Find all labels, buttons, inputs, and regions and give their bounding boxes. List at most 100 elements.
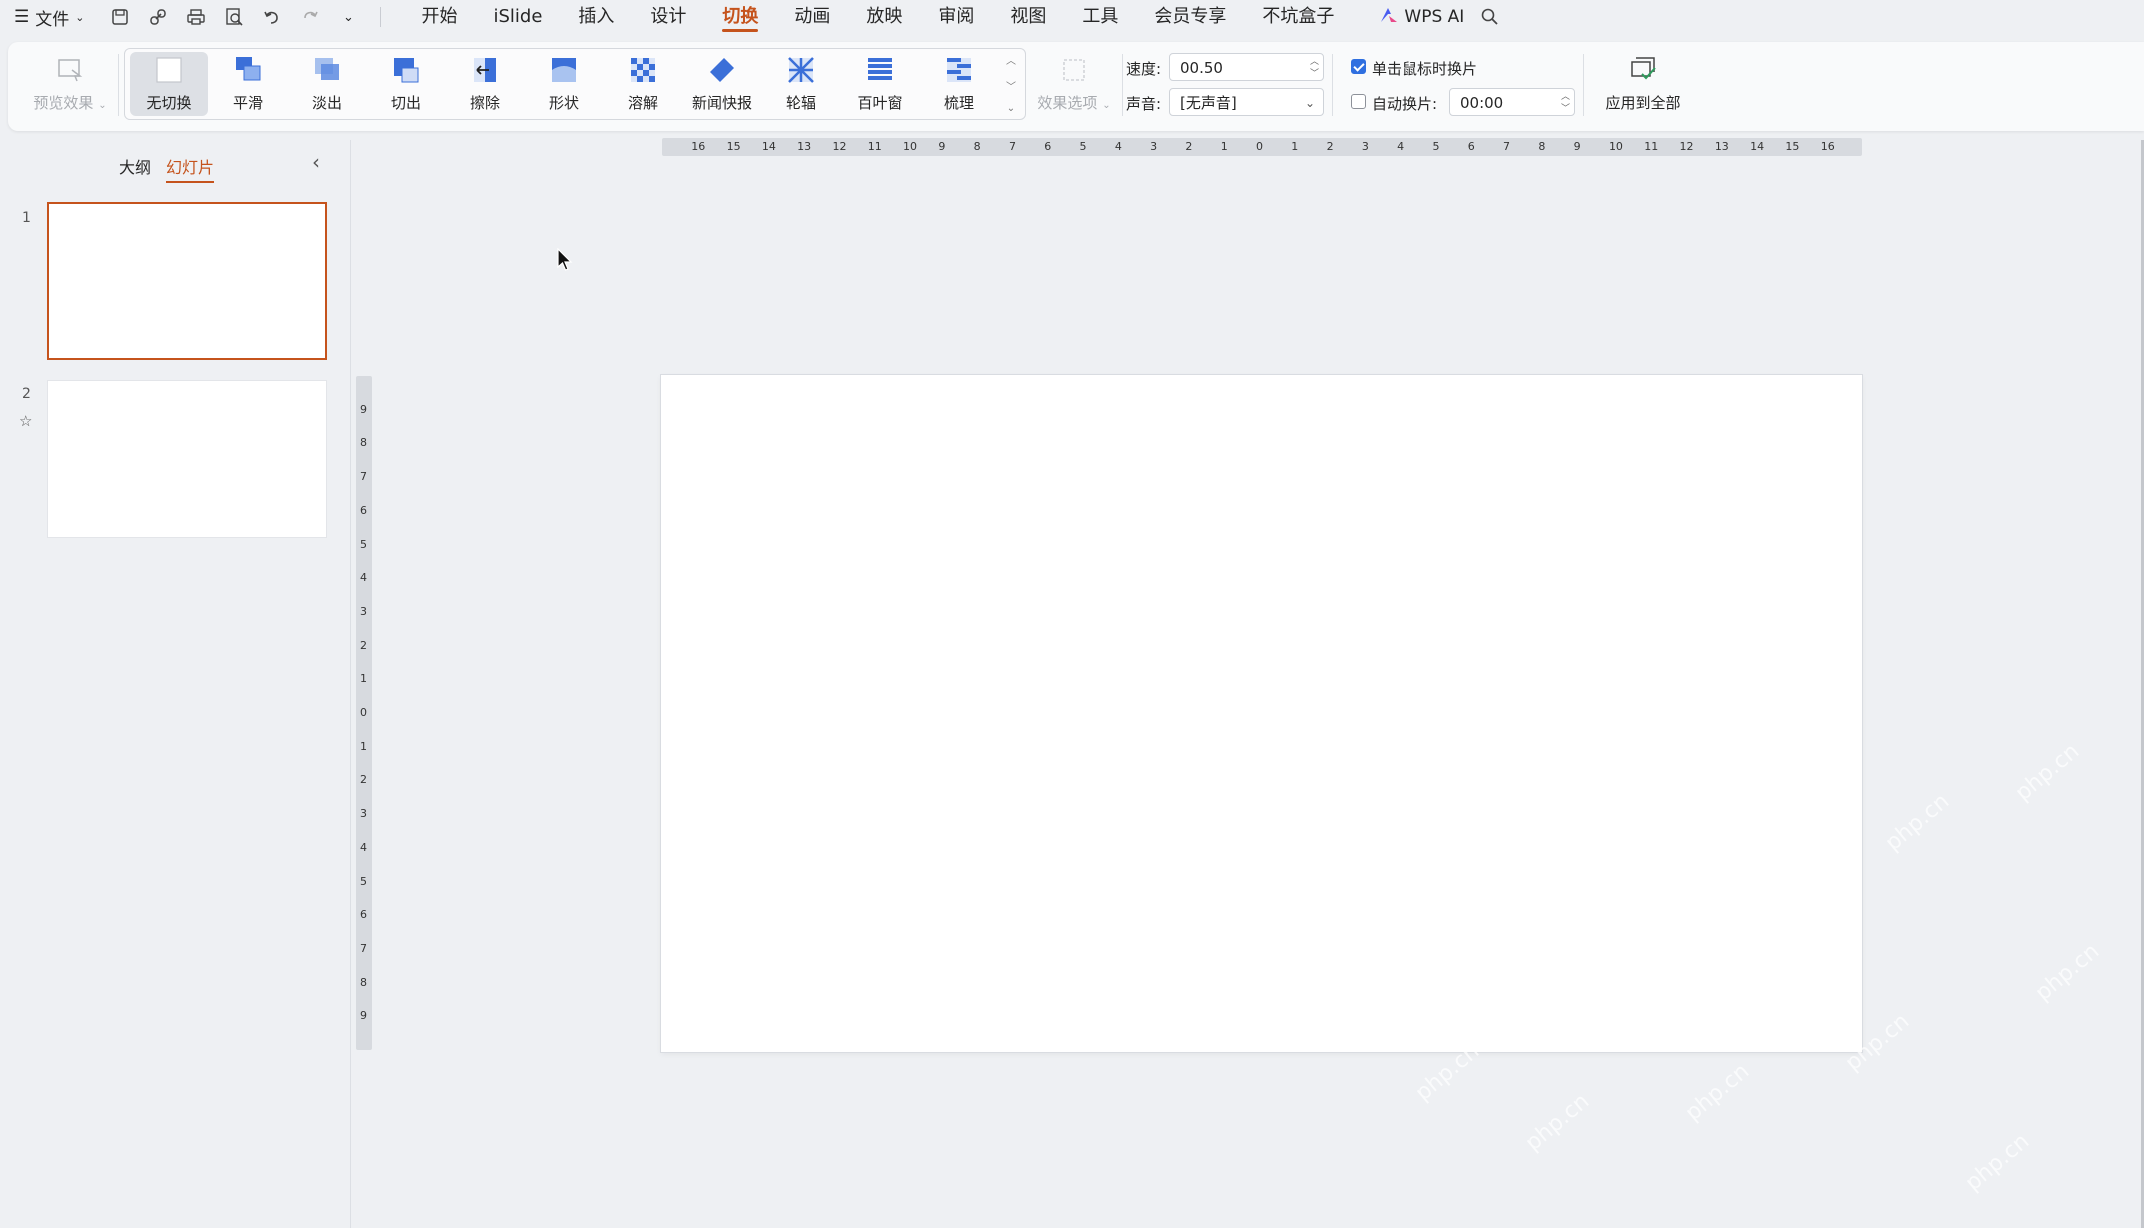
cut-transition-icon [394,58,419,83]
transition-label: 平滑 [232,94,263,112]
ruler-tick-label: 13 [797,140,812,153]
ruler-tick-label: 11 [1644,140,1659,153]
transition-label: 淡出 [311,94,342,112]
horizontal-ruler: 16 15 14 13 12 11 10 9 8 7 6 5 4 3 2 1 0 1 2 3 4 5 6 7 8 9 10 11 12 1… [662,138,1862,156]
ruler-tick-label: 5 [360,874,367,888]
ruler-tick-label: 9 [360,1009,367,1023]
transition-label: 溶解 [627,94,658,112]
on-click-checkbox[interactable] [1351,59,1366,74]
tab-review[interactable]: 审阅 [920,0,992,34]
tab-member[interactable]: 会员专享 [1136,0,1244,34]
undo-icon[interactable] [262,7,282,27]
transition-label: 新闻快报 [691,94,752,112]
transition-label: 形状 [548,94,579,112]
ruler-tick-label: 7 [1008,140,1016,153]
spinner-icon[interactable]: ︿ ﹀ [1310,56,1319,80]
watermark: php.cn [1680,1058,1755,1127]
ruler-tick-label: 2 [1185,140,1193,153]
save-icon[interactable] [110,7,130,27]
tab-slides[interactable]: 幻灯片 [166,154,215,183]
ruler-tick-label: 0 [1256,140,1263,153]
ruler-tick-label: 8 [973,140,981,153]
ruler-tick-label: 6 [360,503,367,517]
sound-select[interactable]: [无声音] ⌄ [1169,88,1324,116]
effect-options-button[interactable]: 效果选项 ⌄ [1026,52,1122,116]
auto-advance-time-input[interactable]: 00:00 ︿ ﹀ [1449,88,1575,116]
transition-fade[interactable]: 淡出 [288,52,366,116]
transition-shape[interactable]: 形状 [525,52,603,116]
gallery-scroll[interactable]: ︿ ﹀ ⌄ [1004,52,1018,114]
ruler-tick-label: 8 [360,436,367,450]
ruler-tick-label: 9 [1573,140,1581,153]
divider [1332,54,1333,116]
preview-icon [58,59,83,82]
ruler-tick-label: 5 [1432,140,1440,153]
ruler-tick-label: 4 [1397,140,1405,153]
divider [118,54,119,116]
wipe-transition-icon [474,58,496,82]
tab-islide[interactable]: iSlide [475,0,560,34]
speed-label: 速度: [1126,60,1162,78]
watermark: php.cn [1880,788,1955,857]
tab-transitions[interactable]: 切换 [704,0,776,34]
transition-label: 轮辐 [785,94,816,112]
chevron-down-icon[interactable]: ﹀ [1006,78,1016,93]
ruler-tick-label: 15 [1785,140,1800,153]
apply-to-all-button[interactable]: 应用到全部 [1593,52,1693,116]
star-icon: ☆ [19,412,33,430]
tab-slideshow[interactable]: 放映 [848,0,920,34]
ruler-tick-label: 13 [1714,140,1729,153]
auto-advance-time-value: 00:00 [1460,94,1504,112]
search-icon[interactable] [1480,7,1500,27]
slide-thumbnail-1[interactable] [47,202,327,360]
redo-icon[interactable] [300,7,320,27]
share-icon[interactable] [148,7,168,27]
print-icon[interactable] [186,7,206,27]
transition-comb[interactable]: 梳理 [920,52,998,116]
tab-design[interactable]: 设计 [632,0,704,34]
transition-wheel[interactable]: 轮辐 [762,52,840,116]
preview-effect-button[interactable]: 预览效果 ⌄ [22,52,118,116]
transition-none[interactable]: 无切换 [130,52,208,116]
ruler-tick-label: 9 [360,402,367,416]
hamburger-icon: ☰ [14,7,30,27]
file-menu-label: 文件 [35,9,70,30]
print-preview-icon[interactable] [224,7,244,27]
vertical-ruler: 9 8 7 6 5 4 3 2 1 0 1 2 3 4 5 6 7 8 9 [356,376,372,1050]
tab-animation[interactable]: 动画 [776,0,848,34]
auto-advance-checkbox[interactable] [1351,94,1366,109]
ruler-tick-label: 6 [1467,140,1475,153]
tab-tools[interactable]: 工具 [1064,0,1136,34]
spinner-icon[interactable]: ︿ ﹀ [1561,91,1570,115]
dissolve-transition-icon [631,58,655,82]
quick-access-toolbar: ⌄ [110,7,358,27]
ruler-tick-label: 3 [1361,140,1369,153]
tab-bukenghezi[interactable]: 不坑盒子 [1244,0,1352,34]
ruler-tick-label: 9 [938,140,946,153]
transition-newsflash[interactable]: 新闻快报 [683,52,761,116]
transition-cut[interactable]: 切出 [367,52,445,116]
gallery-expand-icon[interactable]: ⌄ [1007,103,1015,114]
sound-label: 声音: [1126,95,1162,113]
slide-canvas[interactable] [661,375,1862,1052]
transition-dissolve[interactable]: 溶解 [604,52,682,116]
speed-input[interactable]: 00.50 ︿ ﹀ [1169,53,1324,81]
customize-toolbar-icon[interactable]: ⌄ [338,7,358,27]
transition-wipe[interactable]: 擦除 [446,52,524,116]
chevron-up-icon[interactable]: ︿ [1006,52,1016,67]
ruler-tick-label: 2 [360,773,367,787]
tab-outline[interactable]: 大纲 [119,154,151,178]
divider [1122,54,1123,116]
tab-view[interactable]: 视图 [992,0,1064,34]
file-menu[interactable]: ☰ 文件 ⌄ [14,5,84,30]
wps-ai-button[interactable]: WPS AI [1380,7,1464,28]
collapse-panel-icon[interactable]: ‹ [312,150,320,174]
transition-label: 擦除 [469,94,500,112]
tab-home[interactable]: 开始 [403,0,475,34]
transition-smooth[interactable]: 平滑 [209,52,287,116]
ruler-tick-label: 7 [360,470,367,484]
slide-thumbnail-2[interactable] [47,380,327,538]
ruler-tick-label: 10 [1608,140,1623,153]
transition-blinds[interactable]: 百叶窗 [841,52,919,116]
tab-insert[interactable]: 插入 [560,0,632,34]
